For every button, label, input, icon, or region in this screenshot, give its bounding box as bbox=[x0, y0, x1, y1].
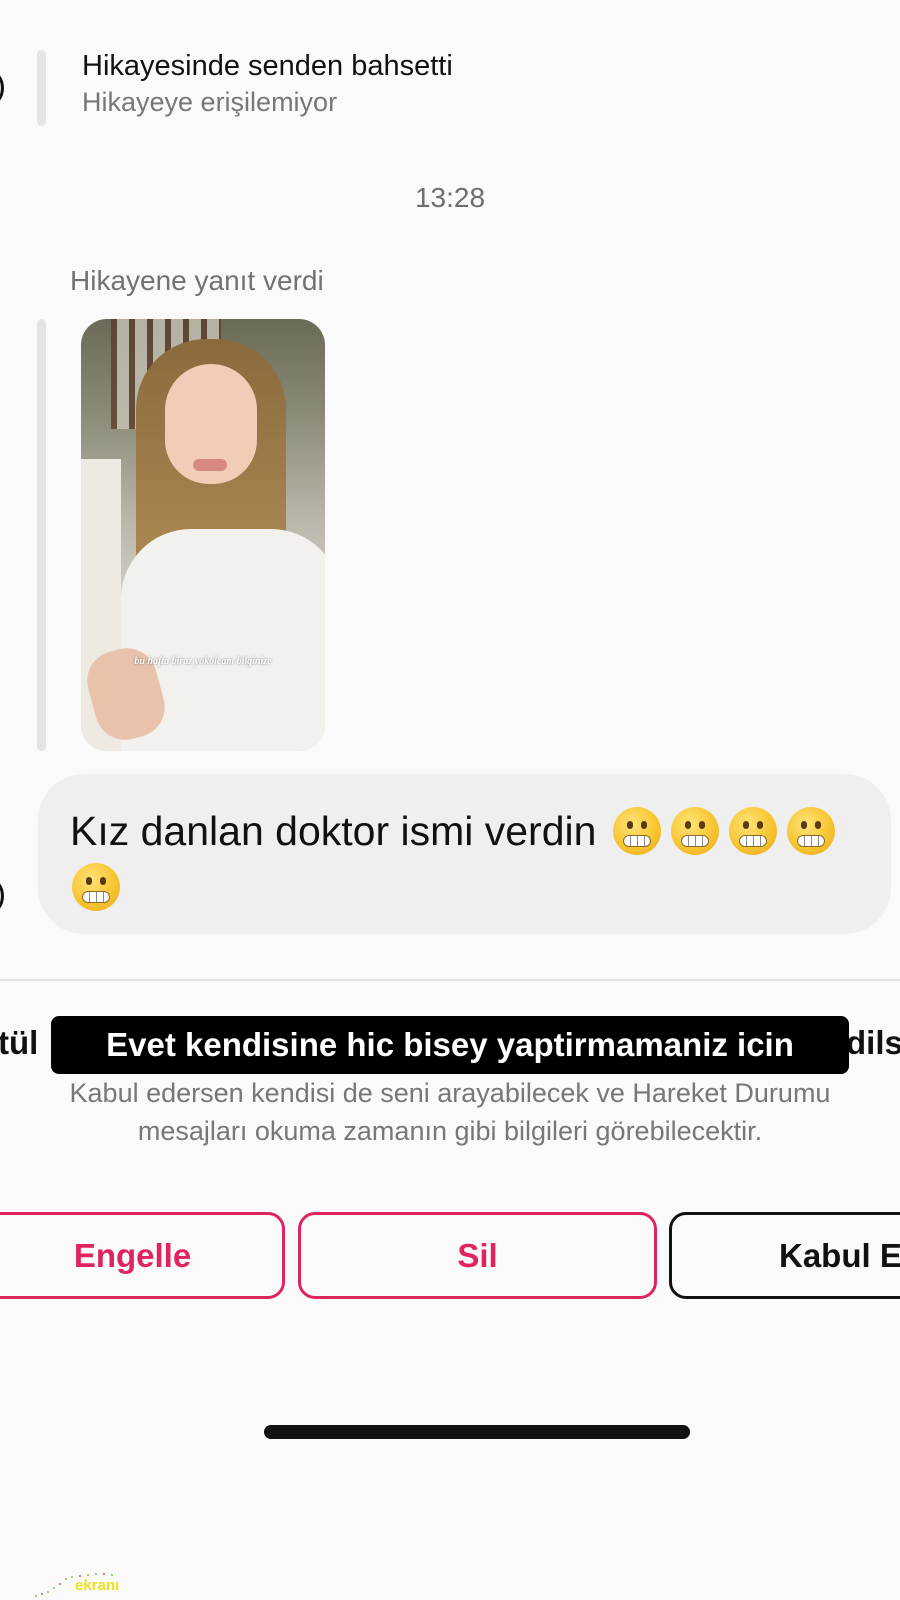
dm-request-screen: Hikayesinde senden bahsetti Hikayeye eri… bbox=[0, 0, 900, 1600]
story-unavailable-text: Hikayeye erişilemiyor bbox=[82, 87, 338, 117]
sender-avatar[interactable] bbox=[0, 72, 4, 104]
request-info-text: Kabul edersen kendisi de seni arayabilec… bbox=[0, 1074, 900, 1150]
message-content: Kız danlan doktor ismi verdin bbox=[70, 803, 870, 915]
message-text: Kız danlan doktor ismi verdin bbox=[70, 808, 597, 854]
watermark-text: ekranı bbox=[75, 1577, 120, 1594]
delete-button[interactable]: Sil bbox=[298, 1212, 657, 1299]
section-divider bbox=[0, 979, 900, 981]
grimacing-face-emoji-icon bbox=[786, 807, 835, 855]
mention-quote-bar bbox=[37, 50, 46, 126]
accept-button[interactable]: Kabul E bbox=[669, 1212, 900, 1299]
grimacing-face-emoji-icon bbox=[72, 863, 120, 911]
story-reply-quote-bar bbox=[37, 319, 46, 751]
overlay-caption: Evet kendisine hic bisey yaptirmamaniz i… bbox=[51, 1016, 849, 1074]
story-reply-label: Hikayene yanıt verdi bbox=[70, 265, 324, 296]
story-person-lips bbox=[193, 459, 227, 471]
grimacing-face-emoji-icon bbox=[728, 807, 777, 855]
story-thumbnail[interactable]: bu hafta biraz yokolcam bilginize bbox=[81, 319, 325, 751]
block-button[interactable]: Engelle bbox=[0, 1212, 285, 1299]
request-title-fragment-left: tül bbox=[0, 1024, 39, 1061]
request-title-fragment-right: dils bbox=[846, 1024, 900, 1061]
grimacing-face-emoji-icon bbox=[612, 807, 661, 855]
grimacing-face-emoji-icon bbox=[670, 807, 719, 855]
request-info-line-1: Kabul edersen kendisi de seni arayabilec… bbox=[69, 1078, 831, 1108]
request-info-line-2: mesajları okuma zamanın gibi bilgileri g… bbox=[137, 1116, 763, 1146]
message-timestamp: 13:28 bbox=[414, 182, 486, 213]
sender-avatar-message[interactable] bbox=[0, 880, 4, 912]
home-indicator[interactable] bbox=[264, 1425, 690, 1439]
story-caption-text: bu hafta biraz yokolcam bilginize bbox=[134, 656, 272, 667]
story-mention-title: Hikayesinde senden bahsetti bbox=[82, 50, 453, 82]
